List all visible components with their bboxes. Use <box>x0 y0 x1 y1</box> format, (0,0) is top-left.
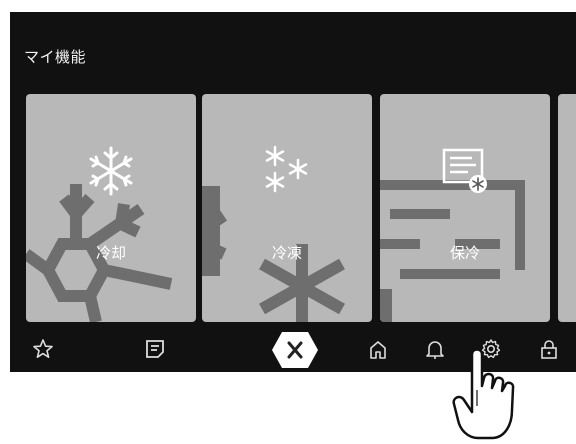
card-keep-cold[interactable]: 保冷 <box>380 94 550 322</box>
lock-icon[interactable] <box>538 338 560 360</box>
close-button[interactable] <box>272 332 318 368</box>
pointing-hand-icon <box>452 348 515 440</box>
star-icon[interactable] <box>32 338 54 360</box>
bell-icon[interactable] <box>424 338 446 360</box>
document-background-pattern <box>380 180 525 322</box>
card-label: 冷却 <box>95 244 126 262</box>
card-partial[interactable] <box>558 94 576 322</box>
section-title: マイ機能 <box>24 48 87 66</box>
my-functions-screen: マイ機能 冷却 冷凍 保冷 <box>10 12 576 372</box>
document-snowflake-icon <box>442 148 487 193</box>
snowflake-background-pattern <box>202 186 345 322</box>
card-label: 保冷 <box>449 244 480 262</box>
card-label: 冷凍 <box>271 244 302 262</box>
snowflakes-icon <box>265 145 308 193</box>
card-cooling[interactable]: 冷却 <box>26 94 196 322</box>
home-icon[interactable] <box>367 338 389 360</box>
snowflake-icon <box>89 146 133 196</box>
snowflake-background-pattern <box>26 184 173 322</box>
note-icon[interactable] <box>144 338 166 360</box>
card-freezing[interactable]: 冷凍 <box>202 94 372 322</box>
